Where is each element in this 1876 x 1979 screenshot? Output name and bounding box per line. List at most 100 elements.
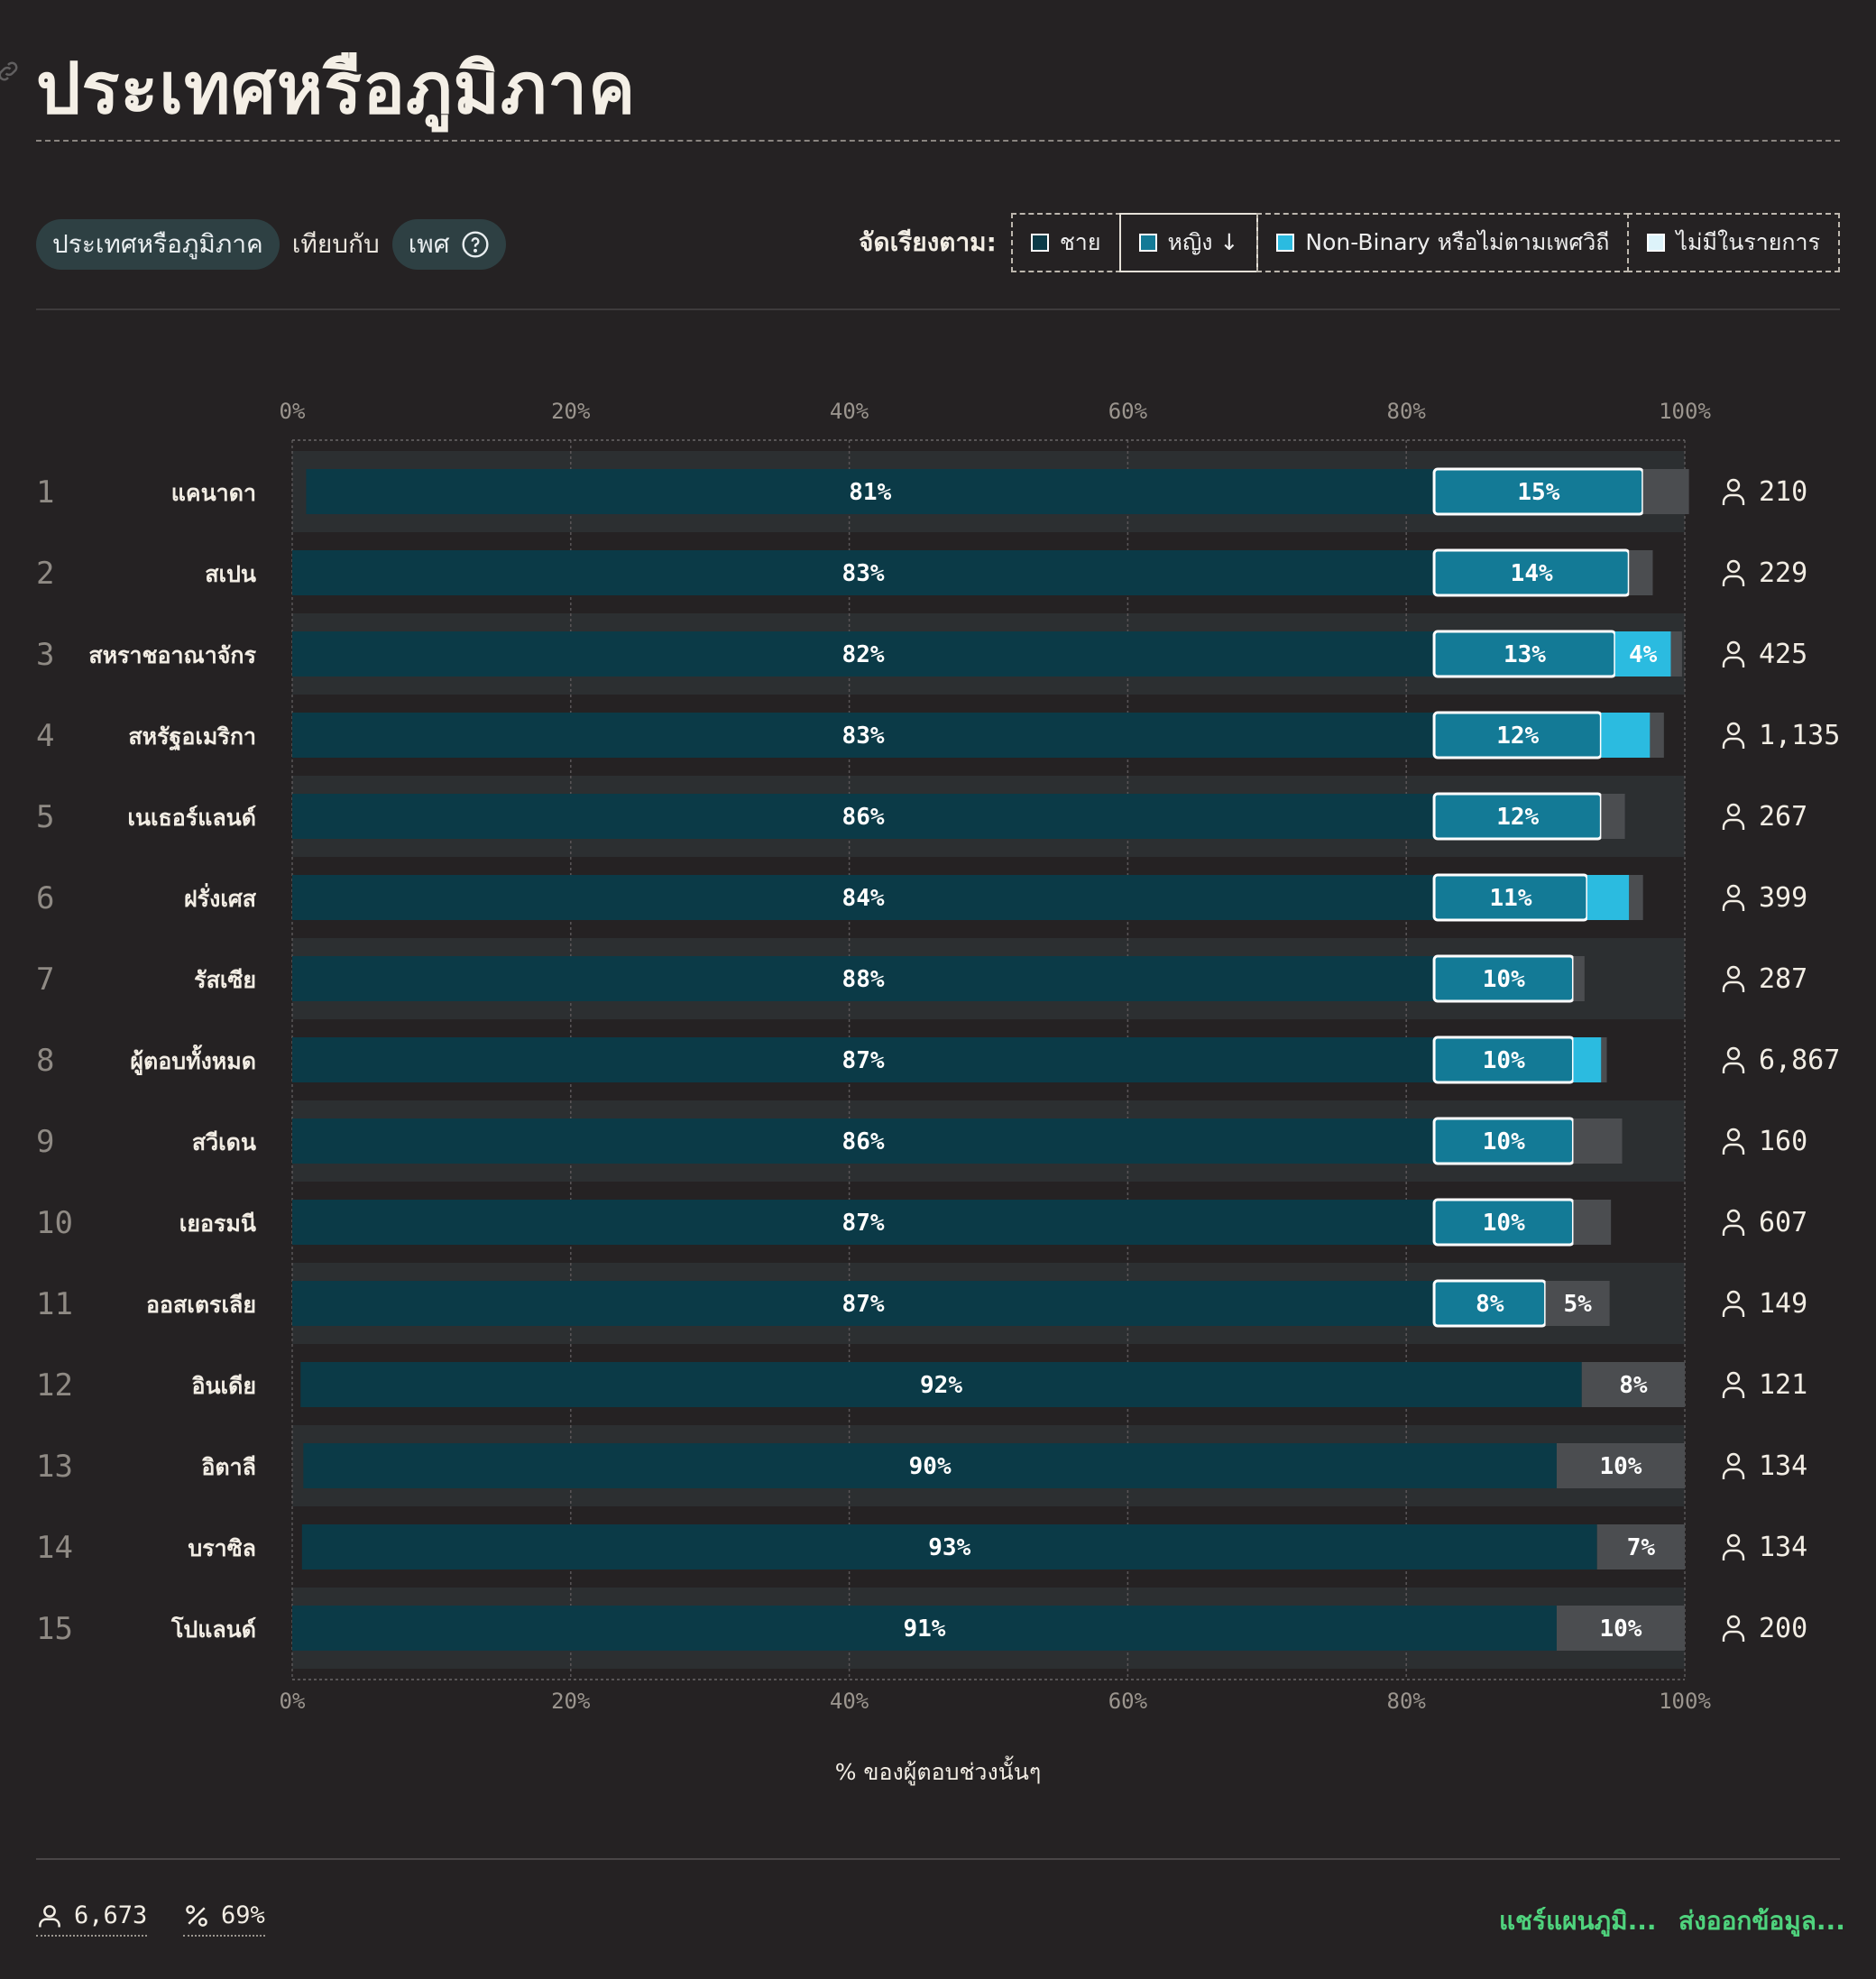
person-icon-body [1722, 1062, 1745, 1073]
help-icon[interactable] [461, 230, 490, 259]
category-label: แคนาดา [171, 480, 256, 506]
rank-label: 5 [36, 799, 54, 835]
person-icon-head [1726, 884, 1741, 898]
nonbinary-bar [1601, 713, 1651, 758]
person-icon-body [1722, 1305, 1745, 1317]
person-icon-head [1726, 478, 1741, 492]
response-rate[interactable]: 69% [183, 1901, 265, 1937]
category-label: ผู้ตอบทั้งหมด [130, 1044, 256, 1076]
total-respondents[interactable]: 6,673 [36, 1901, 148, 1937]
person-icon [1722, 1046, 1745, 1073]
rank-label: 14 [36, 1530, 73, 1566]
person-icon-body [1722, 818, 1745, 830]
rank-label: 10 [36, 1205, 73, 1241]
male-value-label: 92% [920, 1372, 962, 1399]
respondent-count: 607 [1759, 1207, 1807, 1238]
male-value-label: 87% [842, 1210, 885, 1237]
not-listed-bar [1601, 794, 1625, 839]
sort-option-label: Non-Binary หรือไม่ตามเพศวิถี [1305, 229, 1610, 255]
nonbinary-swatch [1276, 234, 1295, 252]
chart-row: 14 บราซิล 93% 7% 134 [36, 1524, 1807, 1569]
person-icon-body [1722, 737, 1745, 749]
compare-pill[interactable]: เพศ [391, 219, 506, 270]
female-value-label: 15% [1517, 479, 1559, 506]
person-icon [1722, 1452, 1745, 1479]
gender-by-country-chart: 0% 0% 20% 20% 40% 40% 60% 60% 80% 80% 100% 100% 1 แคน… [36, 399, 1840, 1714]
person-icon [1722, 884, 1745, 911]
person-icon-body [1722, 656, 1745, 667]
chart-row: 11 ออสเตรเลีย 87% 8% 5% 149 [36, 1279, 1807, 1328]
person-icon-body [1722, 1549, 1745, 1560]
rank-label: 1 [36, 474, 54, 511]
respondent-count: 425 [1759, 639, 1807, 670]
male-value-label: 93% [928, 1534, 970, 1561]
respondent-count: 287 [1759, 963, 1807, 995]
female-value-label: 12% [1496, 723, 1539, 750]
respondent-count: 6,867 [1759, 1045, 1840, 1076]
male-value-label: 87% [842, 1291, 885, 1318]
respondent-count: 229 [1759, 557, 1807, 589]
link-icon[interactable] [0, 58, 22, 85]
nonbinary-bar [1573, 1037, 1602, 1082]
person-icon-head [1726, 1046, 1741, 1061]
rank-label: 8 [36, 1043, 54, 1079]
not-listed-bar [1670, 631, 1682, 677]
category-label: โปแลนด์ [170, 1615, 256, 1643]
sort-option-male[interactable]: ชาย [1010, 213, 1121, 272]
person-icon [1722, 478, 1745, 505]
female-swatch [1138, 234, 1157, 252]
chart-row: 10 เยอรมนี 87% 10% 607 [36, 1198, 1807, 1247]
category-label: สวีเดน [192, 1129, 256, 1155]
export-data-link[interactable]: ส่งออกข้อมูล... [1678, 1901, 1845, 1941]
female-value-label: 12% [1496, 804, 1539, 831]
not-listed-value-label: 10% [1599, 1615, 1642, 1643]
male-value-label: 83% [842, 723, 885, 750]
person-icon-head [1726, 803, 1741, 817]
title-divider [36, 140, 1840, 142]
male-value-label: 90% [909, 1453, 952, 1480]
rank-label: 12 [36, 1367, 73, 1404]
category-label: บราซิล [188, 1535, 256, 1561]
person-icon-body [1722, 1468, 1745, 1479]
respondent-count: 210 [1759, 476, 1807, 508]
female-value-label: 10% [1483, 1128, 1525, 1155]
male-value-label: 86% [842, 804, 885, 831]
person-icon-head [1726, 1371, 1741, 1385]
sort-option-nonbinary[interactable]: Non-Binary หรือไม่ตามเพศวิถี [1256, 213, 1630, 272]
dimension-pill[interactable]: ประเทศหรือภูมิภาค [36, 219, 280, 270]
not-listed-bar [1573, 1118, 1623, 1164]
female-value-label: 10% [1483, 1047, 1525, 1074]
versus-label: เทียบกับ [291, 229, 380, 259]
rank-label: 7 [36, 962, 54, 998]
sort-option-not-listed[interactable]: ไม่มีในรายการ [1627, 213, 1840, 272]
person-icon [1722, 1209, 1745, 1236]
share-chart-link[interactable]: แชร์แผนภูมิ... [1499, 1901, 1657, 1941]
response-rate-value: 69% [221, 1901, 265, 1929]
not-listed-bar [1650, 713, 1664, 758]
not-listed-swatch [1647, 234, 1666, 252]
respondent-count: 399 [1759, 882, 1807, 914]
person-icon [1722, 1615, 1745, 1642]
female-value-label: 10% [1483, 966, 1525, 993]
person-icon [1722, 1128, 1745, 1155]
person-icon-head [1726, 1452, 1741, 1467]
controls-divider [36, 308, 1840, 310]
x-tick-label: 80% [1387, 399, 1427, 424]
rank-label: 4 [36, 718, 54, 754]
not-listed-value-label: 5% [1563, 1291, 1592, 1318]
chart-row: 9 สวีเดน 86% 10% 160 [36, 1117, 1807, 1165]
female-value-label: 10% [1483, 1210, 1525, 1237]
footer-divider [36, 1858, 1840, 1860]
chart-row: 12 อินเดีย 92% 8% 121 [36, 1362, 1807, 1407]
male-value-label: 83% [842, 560, 885, 587]
sort-option-female[interactable]: หญิง ↓ [1118, 213, 1259, 272]
not-listed-value-label: 7% [1627, 1534, 1656, 1561]
person-icon-head [1726, 1615, 1741, 1629]
female-value-label: 14% [1511, 560, 1553, 587]
not-listed-bar [1629, 875, 1643, 920]
rank-label: 15 [36, 1611, 73, 1647]
category-label: อินเดีย [191, 1373, 256, 1399]
respondent-count: 121 [1759, 1369, 1807, 1401]
sort-label: จัดเรียงตาม: [859, 227, 997, 257]
x-tick-label: 20% [551, 1689, 591, 1714]
